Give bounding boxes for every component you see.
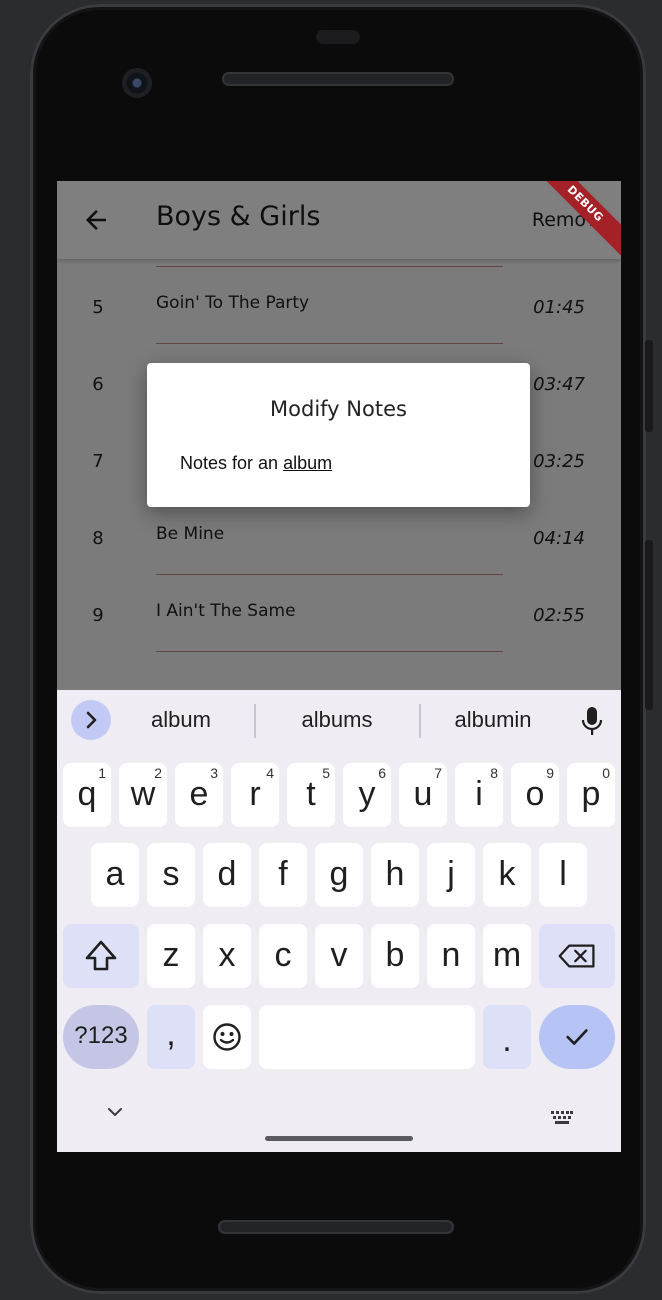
suggestion-3[interactable]: albumin [437, 707, 549, 733]
expand-toolbar-button[interactable] [71, 700, 111, 740]
suggestion-2[interactable]: albums [282, 707, 392, 733]
key-hint: 2 [154, 765, 162, 781]
dialog-title: Modify Notes [270, 397, 407, 421]
comma-key[interactable]: , [147, 1005, 195, 1069]
top-speaker [222, 72, 454, 86]
key-k[interactable]: k [483, 843, 531, 907]
key-q[interactable]: q1 [63, 763, 111, 827]
key-s[interactable]: s [147, 843, 195, 907]
divider [419, 704, 421, 738]
key-b[interactable]: b [371, 924, 419, 988]
soft-keyboard: album albums albumin q1 w2 e3 r4 t5 y6 u… [57, 690, 621, 1152]
key-hint: 4 [266, 765, 274, 781]
suggestion-bar: album albums albumin [57, 690, 621, 750]
checkmark-icon [566, 1029, 588, 1045]
key-t[interactable]: t5 [287, 763, 335, 827]
key-v[interactable]: v [315, 924, 363, 988]
key-label: w [130, 775, 156, 813]
symbols-key[interactable]: ?123 [63, 1005, 139, 1069]
home-indicator[interactable] [265, 1136, 413, 1141]
period-key[interactable]: . [483, 1005, 531, 1069]
key-hint: 7 [434, 765, 442, 781]
key-label: r [249, 775, 261, 813]
earpiece [316, 30, 360, 44]
key-label: o [525, 775, 545, 813]
key-hint: 9 [546, 765, 554, 781]
key-hint: 6 [378, 765, 386, 781]
hide-keyboard-chevron-icon[interactable] [107, 1106, 123, 1118]
key-p[interactable]: p0 [567, 763, 615, 827]
key-z[interactable]: z [147, 924, 195, 988]
key-i[interactable]: i8 [455, 763, 503, 827]
shift-key[interactable] [63, 924, 139, 988]
app-screen: Boys & Girls Remove DEBUG 5 Goin' To The… [57, 181, 621, 1152]
key-x[interactable]: x [203, 924, 251, 988]
emoji-icon [213, 1023, 241, 1051]
power-button [645, 340, 653, 432]
key-label: p [581, 775, 601, 813]
key-l[interactable]: l [539, 843, 587, 907]
key-f[interactable]: f [259, 843, 307, 907]
microphone-icon[interactable] [581, 706, 603, 736]
key-w[interactable]: w2 [119, 763, 167, 827]
shift-icon [85, 940, 117, 971]
key-r[interactable]: r4 [231, 763, 279, 827]
backspace-icon [558, 944, 595, 968]
key-hint: 8 [490, 765, 498, 781]
emoji-key[interactable] [203, 1005, 251, 1069]
key-e[interactable]: e3 [175, 763, 223, 827]
key-label: t [306, 775, 316, 813]
suggestion-1[interactable]: album [131, 707, 231, 733]
key-hint: 0 [602, 765, 610, 781]
key-label: i [475, 775, 483, 813]
key-h[interactable]: h [371, 843, 419, 907]
key-d[interactable]: d [203, 843, 251, 907]
bottom-speaker [218, 1220, 454, 1234]
key-m[interactable]: m [483, 924, 531, 988]
key-u[interactable]: u7 [399, 763, 447, 827]
volume-button [645, 540, 653, 710]
key-hint: 5 [322, 765, 330, 781]
key-y[interactable]: y6 [343, 763, 391, 827]
key-j[interactable]: j [427, 843, 475, 907]
key-c[interactable]: c [259, 924, 307, 988]
key-a[interactable]: a [91, 843, 139, 907]
backspace-key[interactable] [539, 924, 615, 988]
key-hint: 3 [210, 765, 218, 781]
notes-text-field[interactable]: Notes for an album [180, 453, 332, 474]
front-camera [122, 68, 152, 98]
key-hint: 1 [98, 765, 106, 781]
space-key[interactable] [259, 1005, 475, 1069]
key-g[interactable]: g [315, 843, 363, 907]
modify-notes-dialog: Modify Notes Notes for an album [147, 363, 530, 507]
key-label: e [189, 775, 209, 813]
notes-text-prefix: Notes for an [180, 453, 284, 473]
key-o[interactable]: o9 [511, 763, 559, 827]
key-label: q [77, 775, 97, 813]
notes-composing-word: album [283, 453, 333, 473]
enter-key[interactable] [539, 1005, 615, 1069]
divider [254, 704, 256, 738]
key-label: u [413, 775, 433, 813]
chevron-right-icon [86, 711, 97, 729]
keyboard-switch-icon[interactable] [551, 1111, 573, 1125]
key-n[interactable]: n [427, 924, 475, 988]
key-label: y [358, 775, 376, 813]
